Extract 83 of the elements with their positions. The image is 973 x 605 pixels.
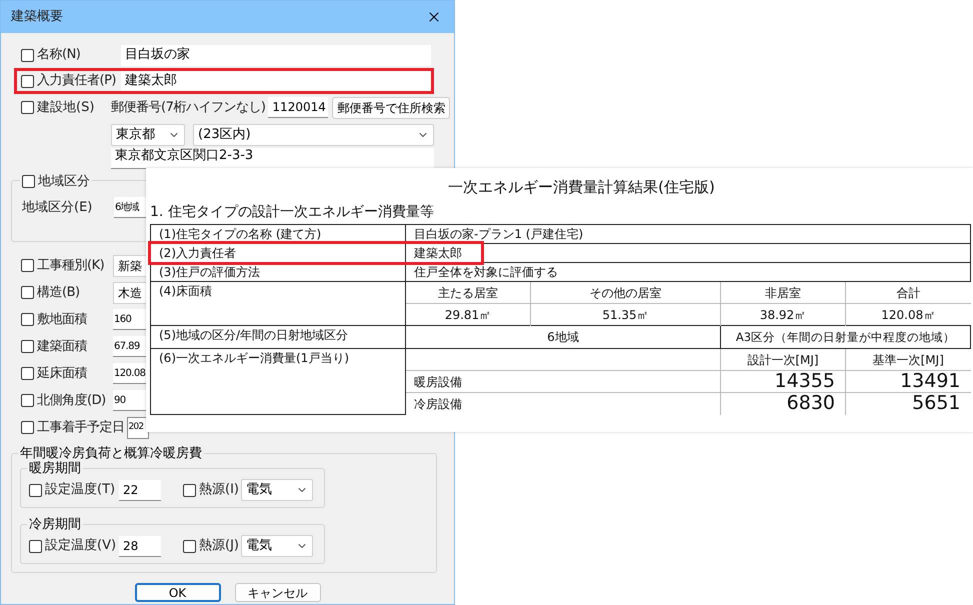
checkbox[interactable]: [22, 175, 35, 188]
table-cell: (2)入力責任者: [159, 246, 236, 260]
checkbox[interactable]: [29, 540, 42, 552]
column-header: 基準一次[MJ]: [872, 352, 944, 366]
table-cell: 住戸全体を対象に評価する: [414, 265, 558, 279]
input-field[interactable]: 1120014: [268, 97, 328, 118]
dropdown[interactable]: 電気: [241, 479, 313, 501]
input-field[interactable]: 目白坂の家: [121, 44, 431, 66]
ok-button[interactable]: OK: [134, 583, 220, 602]
field-label: 構造(B): [37, 284, 80, 302]
field-label: 工事種別(K): [37, 256, 104, 275]
field-label: 設定温度(T): [45, 481, 116, 500]
field-label: 地域区分(E): [22, 198, 94, 217]
checkbox[interactable]: [21, 286, 34, 299]
input-field[interactable]: 28: [119, 536, 161, 556]
table-cell: 29.81㎡: [444, 308, 492, 322]
column-header: 主たる居室: [438, 286, 498, 300]
table-cell: 13491: [900, 370, 961, 392]
table-cell: 14355: [774, 370, 835, 392]
column-header: 設計一次[MJ]: [747, 352, 819, 366]
checkbox[interactable]: [21, 74, 34, 88]
table-cell: 120.08㎡: [881, 308, 936, 322]
checkbox[interactable]: [21, 259, 34, 272]
table-cell: 6地域: [547, 330, 579, 344]
table-cell: 目白坂の家-プラン1 (戸建住宅): [414, 227, 584, 241]
table-cell: (6)一次エネルギー消費量(1戸当り): [159, 351, 349, 365]
input-field[interactable]: 6地域: [114, 197, 148, 218]
table-cell: 38.92㎡: [760, 308, 806, 322]
checkbox[interactable]: [21, 48, 34, 62]
input-field[interactable]: 120.08: [113, 363, 148, 384]
table-cell: 5651: [912, 392, 961, 414]
checkbox[interactable]: [29, 484, 42, 496]
input-field[interactable]: 東京都文京区関口2-3-3: [111, 148, 434, 168]
input-field[interactable]: 22: [119, 480, 161, 500]
table-cell: (5)地域の区分/年間の日射地域区分: [159, 328, 348, 342]
table-cell: 6830: [786, 392, 835, 414]
checkbox[interactable]: [21, 101, 34, 114]
dropdown[interactable]: 木造: [113, 282, 147, 304]
field-label: 地域区分: [38, 173, 90, 191]
checkbox[interactable]: [21, 421, 34, 434]
cancel-button[interactable]: キャンセル: [234, 583, 320, 602]
field-label: 入力責任者(P): [37, 72, 116, 90]
checkbox[interactable]: [21, 367, 34, 380]
table-cell: 暖房設備: [414, 374, 462, 388]
table-cell: 51.35㎡: [602, 308, 649, 322]
input-field[interactable]: 160: [113, 309, 148, 330]
table-cell: (4)床面積: [159, 284, 212, 298]
dropdown[interactable]: (23区内): [193, 124, 434, 146]
section-heading: 1. 住宅タイプの設計一次エネルギー消費量等: [150, 203, 435, 222]
table-cell: 建築太郎: [414, 246, 462, 260]
field-label: 建築面積: [37, 338, 87, 356]
checkbox[interactable]: [21, 394, 34, 407]
input-field[interactable]: 建築太郎: [121, 70, 431, 92]
dropdown[interactable]: 新築: [113, 254, 147, 276]
column-header: 非居室: [765, 286, 801, 300]
window-title: 建築概要: [11, 8, 63, 26]
column-header: その他の居室: [590, 286, 662, 300]
field-label: 設定温度(V): [45, 537, 116, 556]
field-label: 延床面積: [37, 364, 87, 383]
field-label: 工事着手予定日: [37, 418, 124, 437]
input-field[interactable]: 67.89: [113, 336, 148, 357]
table-cell: 冷房設備: [414, 396, 462, 411]
field-label: 建設地(S): [37, 98, 94, 117]
field-label: 名称(N): [37, 46, 80, 64]
field-label: 熱源(I): [199, 481, 239, 500]
dropdown[interactable]: 東京都: [111, 124, 185, 146]
report-title: 一次エネルギー消費量計算結果(住宅版): [447, 177, 716, 198]
field-label: 北側角度(D): [37, 392, 106, 410]
table-cell: A3区分（年間の日射量が中程度の地域）: [736, 330, 956, 344]
checkbox[interactable]: [183, 540, 196, 552]
postal-search-button[interactable]: 郵便番号で住所検索: [332, 96, 450, 118]
table-cell: (1)住宅タイプの名称 (建て方): [159, 227, 322, 241]
dropdown[interactable]: 電気: [241, 535, 313, 557]
field-label: 熱源(J): [199, 537, 239, 556]
table-cell: (3)住戸の評価方法: [159, 265, 260, 279]
checkbox[interactable]: [183, 484, 196, 496]
checkbox[interactable]: [21, 340, 34, 353]
date-field[interactable]: 202: [126, 416, 148, 438]
field-label: 敷地面積: [37, 310, 87, 329]
checkbox[interactable]: [21, 313, 34, 326]
input-field[interactable]: 90: [113, 390, 148, 411]
field-label: 郵便番号(7桁ハイフンなし): [111, 98, 266, 117]
column-header: 合計: [896, 286, 920, 300]
